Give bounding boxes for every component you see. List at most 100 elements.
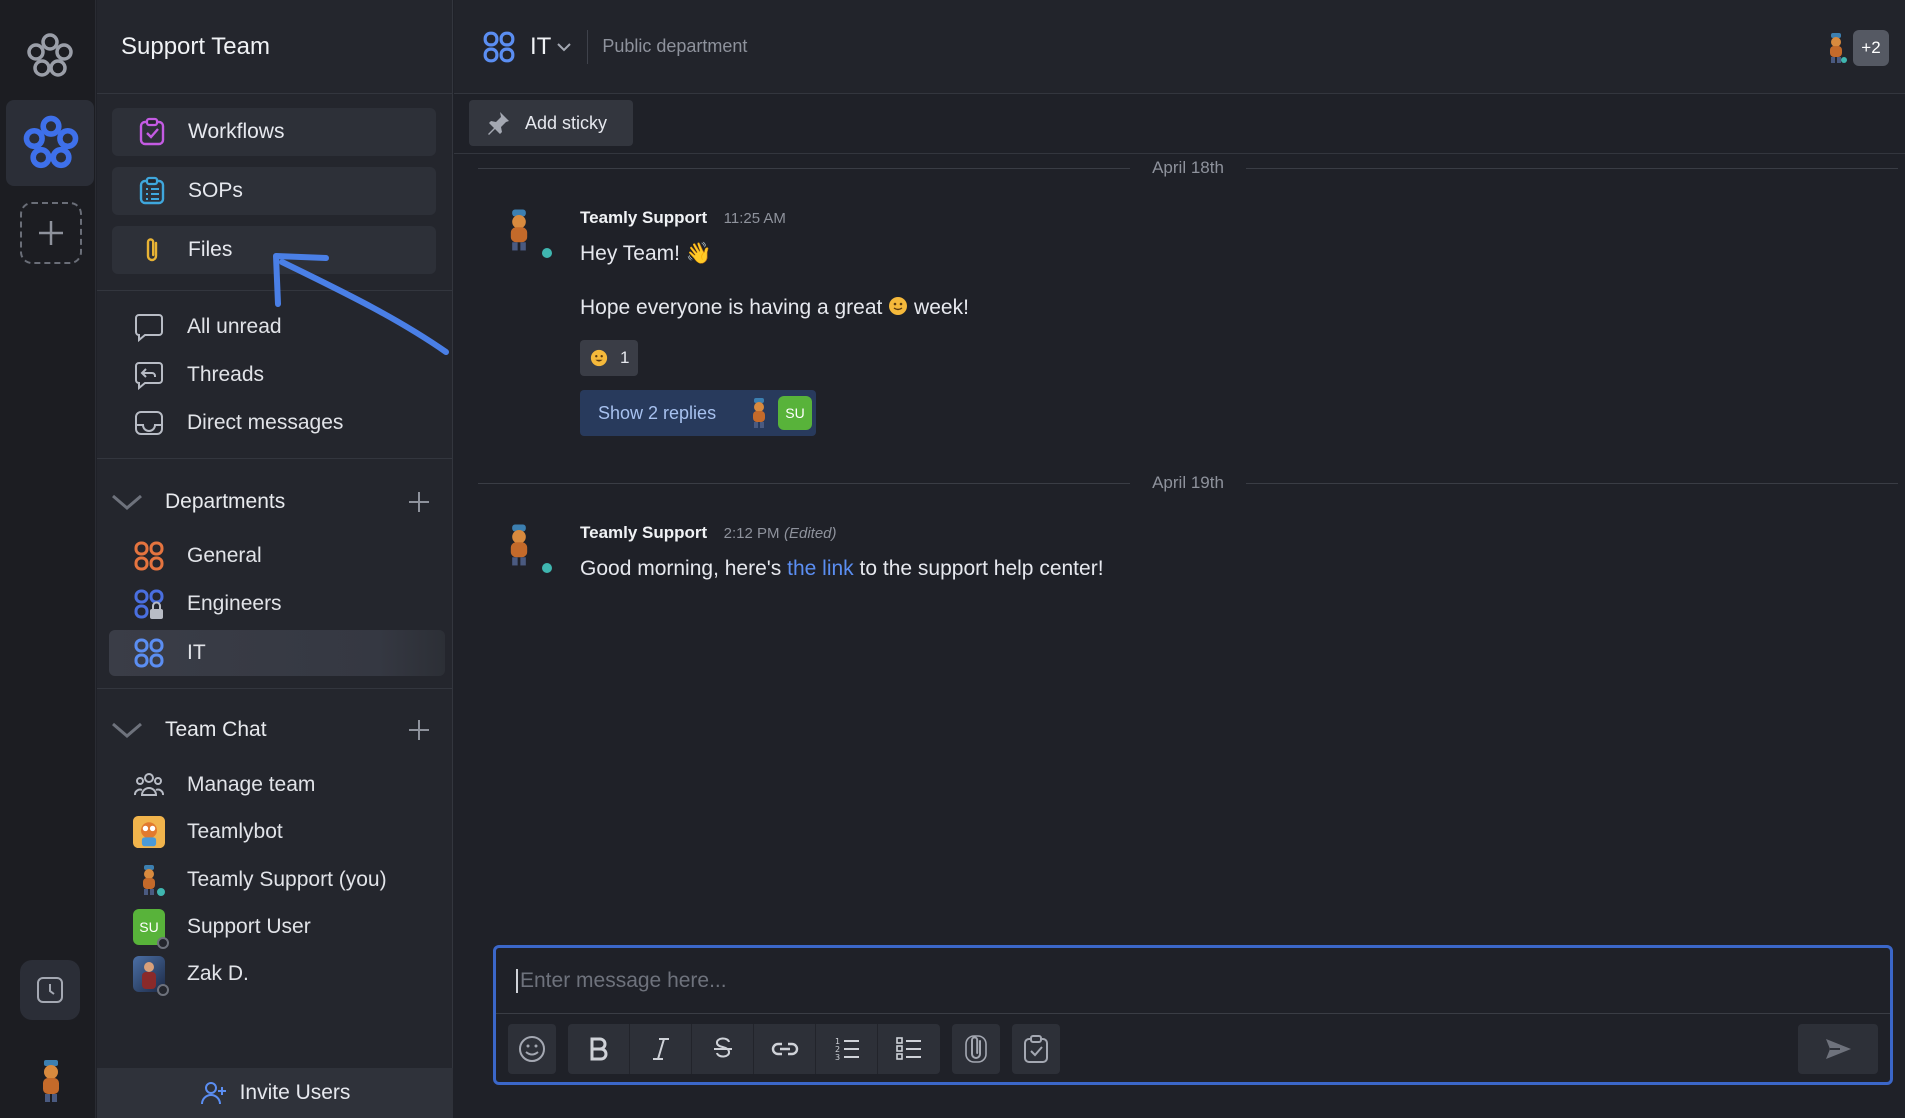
chat-support-user[interactable]: SU Support User (97, 906, 453, 949)
offline-status-dot (157, 984, 169, 996)
section-departments[interactable]: Departments (97, 482, 453, 522)
chevron-down-icon[interactable] (555, 38, 573, 56)
italic-icon (652, 1038, 669, 1060)
message-text: Hope everyone is having a great week! (580, 296, 1780, 320)
add-workspace-button[interactable] (20, 202, 82, 264)
nav-threads[interactable]: Threads (97, 354, 453, 396)
chat-teamlybot[interactable]: Teamlybot (97, 811, 453, 853)
channel-description: Public department (602, 36, 748, 56)
show-replies-button[interactable]: Show 2 replies SU (580, 390, 816, 436)
message-placeholder: Enter message here... (520, 968, 727, 992)
online-status-dot (540, 246, 554, 260)
history-button[interactable] (20, 960, 80, 1020)
date-divider: April 19th (478, 473, 1899, 493)
divider (97, 688, 453, 689)
department-label: IT (187, 641, 206, 664)
message-line: Hey Team! 👋 (580, 242, 712, 265)
help-center-link[interactable]: the link (787, 557, 854, 580)
teamly-logo-icon[interactable] (24, 30, 76, 82)
attach-button[interactable] (952, 1024, 1000, 1074)
department-icon (483, 31, 515, 62)
bullet-list-icon (896, 1037, 921, 1060)
bullet-list-button[interactable] (878, 1024, 940, 1074)
add-department-icon[interactable] (405, 488, 433, 516)
section-team-chat[interactable]: Team Chat (97, 710, 453, 750)
message-line: Good morning, here's (580, 557, 782, 580)
nav-direct-messages[interactable]: Direct messages (97, 402, 453, 444)
replies-label: Show 2 replies (598, 402, 717, 423)
date-label: April 18th (1152, 158, 1224, 177)
online-status-dot (540, 561, 554, 575)
message-author[interactable]: Teamly Support (580, 523, 707, 542)
invite-users-button[interactable]: Invite Users (97, 1068, 453, 1118)
workspace-rail (0, 0, 96, 1118)
ordered-list-icon: 123 (835, 1037, 859, 1062)
avatar-initials: SU (139, 919, 159, 935)
chevron-down-icon (112, 722, 142, 738)
department-general[interactable]: General (97, 535, 453, 577)
message-text: Hey Team! 👋 (580, 242, 1780, 266)
reaction-count: 1 (620, 348, 630, 367)
divider (97, 458, 453, 459)
department-icon (133, 540, 165, 572)
chat-manage-team[interactable]: Manage team (97, 764, 453, 806)
add-sticky-label: Add sticky (525, 112, 608, 133)
department-icon (133, 637, 165, 669)
nav-label: Threads (187, 363, 265, 386)
author-avatar[interactable] (504, 523, 554, 575)
reaction-pill[interactable]: 1 (580, 340, 638, 376)
tool-workflows[interactable]: Workflows (112, 108, 436, 156)
reply-avatar (753, 398, 765, 428)
add-chat-icon[interactable] (405, 716, 433, 744)
chat-label: Manage team (187, 773, 316, 796)
extra-members-badge[interactable]: +2 (1853, 30, 1889, 66)
emoji-icon (519, 1036, 545, 1062)
message-author[interactable]: Teamly Support (580, 208, 707, 227)
channel-members[interactable]: +2 (1825, 30, 1889, 66)
create-task-button[interactable] (1012, 1024, 1060, 1074)
paperclip-icon (134, 232, 170, 268)
italic-button[interactable] (630, 1024, 692, 1074)
tool-label: SOPs (188, 179, 243, 202)
invite-label: Invite Users (239, 1081, 351, 1104)
ordered-list-button[interactable]: 123 (816, 1024, 878, 1074)
send-button[interactable] (1798, 1024, 1878, 1074)
department-it[interactable]: IT (109, 630, 445, 676)
chat-teamly-support[interactable]: Teamly Support (you) (97, 859, 453, 901)
strikethrough-icon (713, 1037, 732, 1058)
emoji-button[interactable] (508, 1024, 556, 1074)
workflow-icon (134, 114, 170, 150)
workspace-header[interactable]: Support Team (97, 0, 452, 94)
zak-avatar (133, 956, 169, 996)
tool-sops[interactable]: SOPs (112, 167, 436, 215)
author-avatar[interactable] (504, 208, 554, 260)
workspace-support-team[interactable] (6, 100, 94, 186)
paperclip-icon (965, 1035, 987, 1063)
link-button[interactable] (754, 1024, 816, 1074)
date-label: April 19th (1152, 473, 1224, 492)
channel-view: IT Public department +2 Add sticky April… (454, 0, 1905, 1118)
chat-zak-d[interactable]: Zak D. (97, 953, 453, 996)
member-avatar (1830, 33, 1847, 63)
department-engineers[interactable]: Engineers (97, 583, 453, 625)
workspace-logo-icon (23, 115, 79, 169)
chevron-down-icon (112, 494, 142, 510)
bold-button[interactable] (568, 1024, 630, 1074)
tool-label: Workflows (188, 120, 285, 143)
pin-icon (488, 112, 509, 135)
add-sticky-button[interactable]: Add sticky (469, 100, 633, 146)
online-status-dot (155, 886, 167, 898)
inbox-icon (133, 407, 165, 439)
offline-status-dot (157, 937, 169, 949)
current-user-avatar[interactable] (34, 1058, 68, 1104)
message-input[interactable]: Enter message here... (496, 948, 1890, 1014)
message-composer: Enter message here... 1 2 3 (493, 945, 1893, 1085)
chat-label: Teamlybot (187, 820, 283, 843)
reply-avatar: SU (778, 396, 812, 430)
threads-icon (133, 359, 165, 391)
sidebar: Support Team Workflows SOPs Files All un… (97, 0, 453, 1118)
channel-name[interactable]: IT (530, 33, 551, 61)
message-time: 11:25 AM (723, 210, 786, 227)
strikethrough-button[interactable] (692, 1024, 754, 1074)
add-user-icon (200, 1082, 226, 1105)
